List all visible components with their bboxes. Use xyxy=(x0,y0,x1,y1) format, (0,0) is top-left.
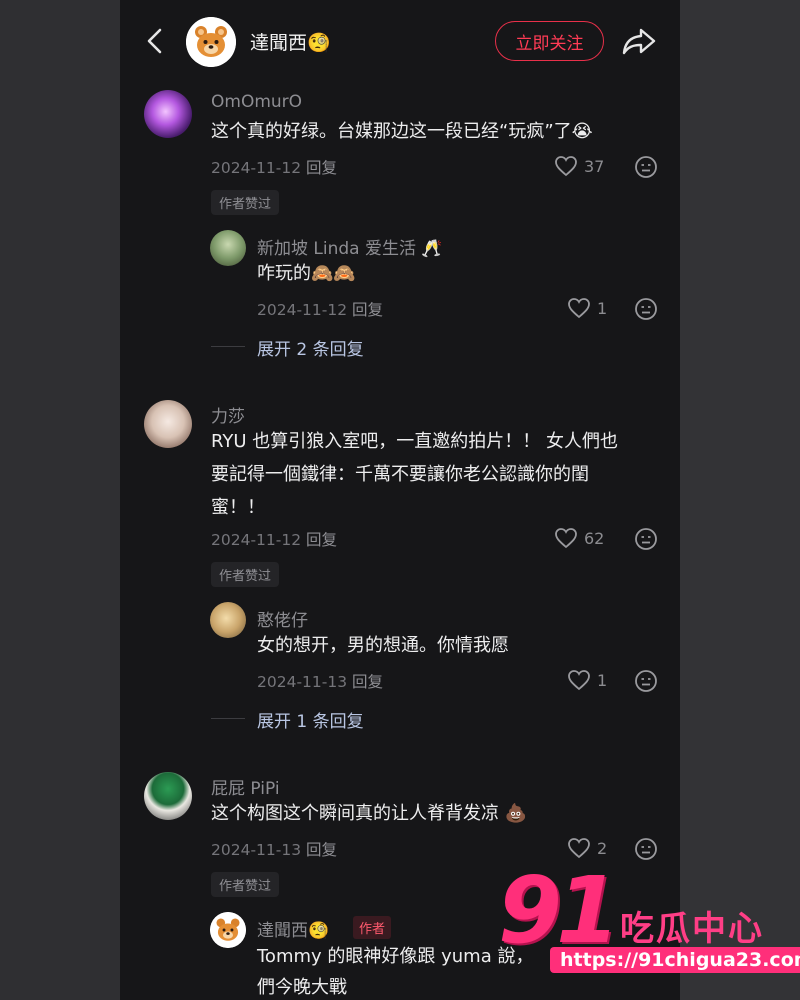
reply-button[interactable]: 回复 xyxy=(306,531,337,549)
watermark-url: https://91chigua23.com xyxy=(550,947,800,973)
comment-text-line-2: 要記得一個鐵律：千萬不要讓你老公認識你的閨 xyxy=(211,464,589,485)
left-margin xyxy=(0,0,120,1000)
comment-date: 2024-11-13 xyxy=(211,841,302,859)
reply-name[interactable]: 新加坡 Linda 爱生活 🥂 xyxy=(257,234,443,259)
expand-replies-button[interactable]: 展开 1 条回复 xyxy=(257,707,364,732)
like-button[interactable]: 2 xyxy=(567,837,607,859)
like-button[interactable]: 37 xyxy=(554,155,604,177)
avatar[interactable] xyxy=(210,912,246,948)
bear-avatar-icon xyxy=(186,17,236,67)
expand-divider xyxy=(211,718,245,719)
follow-button[interactable]: 立即关注 xyxy=(495,21,604,61)
like-count: 37 xyxy=(584,156,605,176)
like-count: 1 xyxy=(597,670,608,690)
commenter-name[interactable]: 屁屁 PiPi xyxy=(211,774,280,799)
dislike-icon[interactable] xyxy=(634,297,658,321)
reply-text: 女的想开，男的想通。你情我愿 xyxy=(257,635,509,656)
comment-text: 这个构图这个瞬间真的让人脊背发凉 💩 xyxy=(211,803,528,824)
avatar[interactable] xyxy=(210,602,246,638)
commenter-name[interactable]: OmOmurO xyxy=(211,92,302,112)
like-count: 62 xyxy=(584,528,605,548)
avatar[interactable] xyxy=(210,230,246,266)
right-margin xyxy=(680,0,800,1000)
dislike-icon[interactable] xyxy=(634,837,658,861)
heart-icon xyxy=(568,838,590,859)
comment-meta: 2024-11-12 回复 xyxy=(211,156,337,178)
avatar[interactable] xyxy=(144,772,192,820)
heart-icon xyxy=(555,156,577,177)
reply-date: 2024-11-13 xyxy=(257,673,348,691)
dislike-icon[interactable] xyxy=(634,155,658,179)
comment-meta: 2024-11-13 回复 xyxy=(211,838,337,860)
commenter-name[interactable]: 力莎 xyxy=(211,402,245,427)
reply-text: 咋玩的🙈🙈 xyxy=(257,263,356,284)
watermark-number: 91 xyxy=(498,857,620,964)
heart-icon xyxy=(555,528,577,549)
author-tag: 作者 xyxy=(353,916,392,939)
reply-name[interactable]: 達聞西🧐 xyxy=(257,916,329,941)
reply-button[interactable]: 回复 xyxy=(352,301,383,319)
author-liked-badge: 作者赞过 xyxy=(211,872,280,897)
reply-button[interactable]: 回复 xyxy=(306,841,337,859)
bear-avatar-icon xyxy=(210,912,246,948)
avatar[interactable] xyxy=(144,400,192,448)
author-liked-badge: 作者赞过 xyxy=(211,562,280,587)
expand-divider xyxy=(211,346,245,347)
comment-text-line-1: RYU 也算引狼入室吧，一直邀約拍片！！ 女人們也 xyxy=(211,431,618,452)
reply-date: 2024-11-12 xyxy=(257,301,348,319)
like-button[interactable]: 62 xyxy=(554,527,604,549)
reply-button[interactable]: 回复 xyxy=(306,159,337,177)
avatar[interactable] xyxy=(144,90,192,138)
back-arrow-icon[interactable] xyxy=(140,24,170,58)
share-icon[interactable] xyxy=(620,24,658,58)
comment-date: 2024-11-12 xyxy=(211,531,302,549)
dislike-icon[interactable] xyxy=(634,669,658,693)
comment-screen: 達聞西🧐 立即关注 OmOmurO 这个真的好绿。台媒那边这一段已经“玩疯”了😭… xyxy=(120,0,680,1000)
top-bar: 達聞西🧐 立即关注 xyxy=(120,0,680,84)
author-avatar[interactable] xyxy=(186,17,236,67)
watermark-logo: 91 吃瓜中心 https://91chigua23.com xyxy=(492,857,800,980)
watermark-title: 吃瓜中心 xyxy=(620,909,764,949)
comment-date: 2024-11-12 xyxy=(211,159,302,177)
comment-text: 这个真的好绿。台媒那边这一段已经“玩疯”了😭 xyxy=(211,121,593,142)
like-count: 2 xyxy=(597,838,608,858)
heart-icon xyxy=(568,670,590,691)
reply-name[interactable]: 憨佬仔 xyxy=(257,606,308,631)
reply-meta: 2024-11-13 回复 xyxy=(257,670,383,692)
comment-text-line-3: 蜜！！ xyxy=(211,497,265,518)
reply-text-line-2: 們今晚大戰 xyxy=(257,977,347,998)
reply-meta: 2024-11-12 回复 xyxy=(257,298,383,320)
comment-meta: 2024-11-12 回复 xyxy=(211,528,337,550)
author-liked-badge: 作者赞过 xyxy=(211,190,280,215)
heart-icon xyxy=(568,298,590,319)
like-button[interactable]: 1 xyxy=(567,297,607,319)
page-title: 達聞西🧐 xyxy=(250,32,331,54)
expand-replies-button[interactable]: 展开 2 条回复 xyxy=(257,335,364,360)
like-count: 1 xyxy=(597,298,608,318)
reply-button[interactable]: 回复 xyxy=(352,673,383,691)
dislike-icon[interactable] xyxy=(634,527,658,551)
like-button[interactable]: 1 xyxy=(567,669,607,691)
